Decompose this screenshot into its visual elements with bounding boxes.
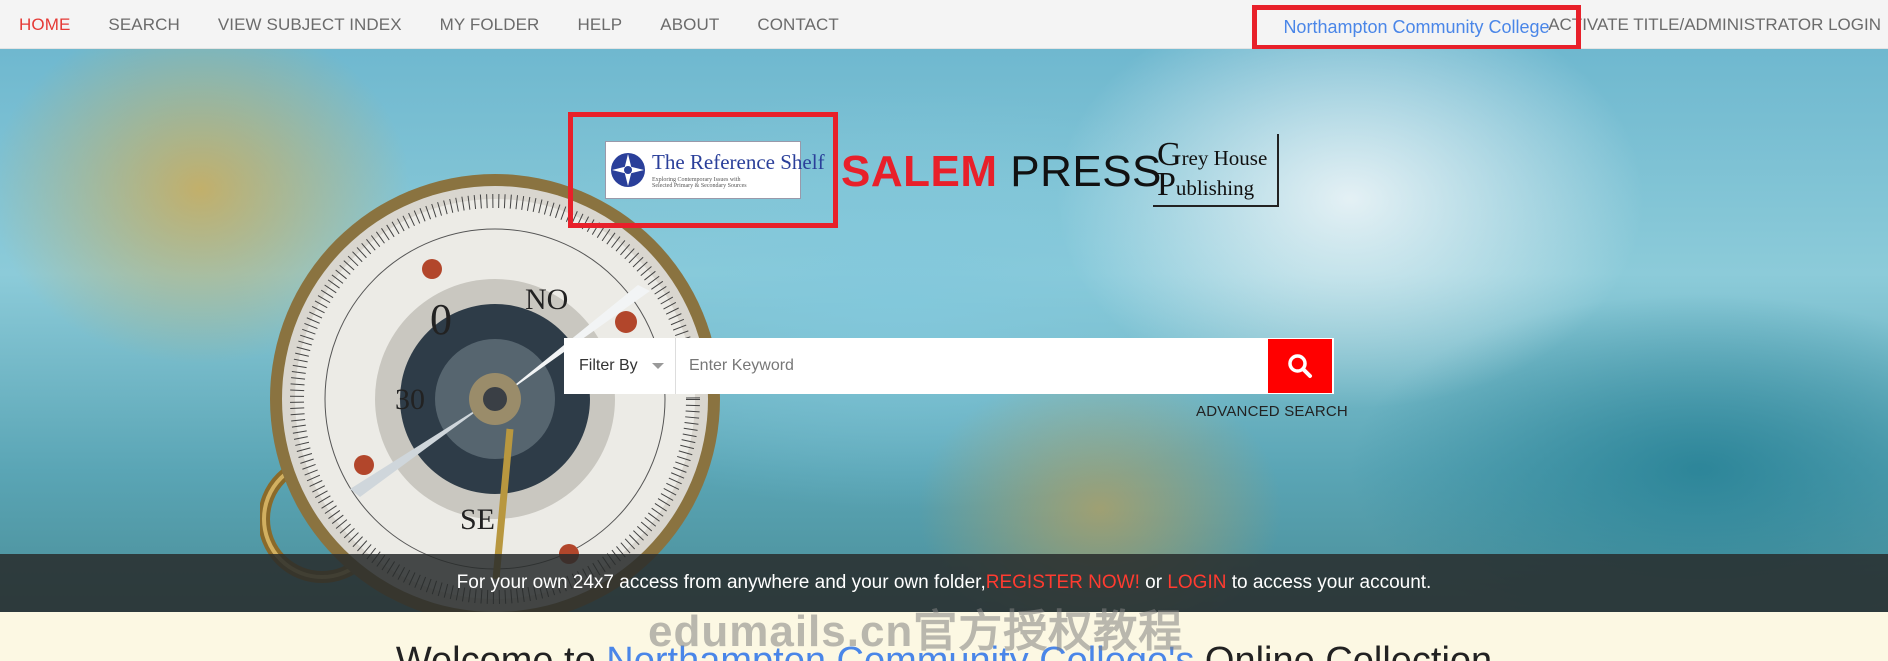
filter-by-dropdown[interactable]: Filter By	[564, 338, 676, 394]
welcome-suffix: Online Collection	[1194, 640, 1493, 661]
nav-my-folder[interactable]: MY FOLDER	[421, 15, 559, 35]
svg-text:0: 0	[430, 295, 452, 344]
reference-shelf-title: The Reference Shelf	[652, 149, 825, 174]
publishing-text: ublishing	[1175, 176, 1255, 200]
nav-search[interactable]: SEARCH	[89, 15, 198, 35]
welcome-section: Welcome to Northampton Community College…	[0, 612, 1888, 661]
salem-press-logo[interactable]: SALEM PRESS	[841, 147, 1162, 197]
welcome-heading: Welcome to Northampton Community College…	[0, 640, 1888, 661]
institution-link[interactable]: Northampton Community College	[1283, 17, 1549, 38]
activate-title-admin-login-link[interactable]: ACTIVATE TITLE/ADMINISTRATOR LOGIN	[1548, 0, 1881, 49]
keyword-search-input[interactable]	[676, 338, 1268, 394]
welcome-prefix: Welcome to	[395, 640, 607, 661]
banner-text-2: or	[1139, 572, 1168, 593]
reference-shelf-highlight-box: The Reference Shelf Exploring Contempora…	[568, 112, 838, 228]
publisher-logos: The Reference Shelf Exploring Contempora…	[568, 112, 1288, 232]
nav-about[interactable]: ABOUT	[641, 15, 738, 35]
search-bar: Filter By	[564, 338, 1334, 394]
nav-home[interactable]: HOME	[0, 15, 89, 35]
register-login-banner: For your own 24x7 access from anywhere a…	[0, 554, 1888, 612]
banner-text-1: For your own 24x7 access from anywhere a…	[456, 572, 986, 593]
login-link[interactable]: LOGIN	[1167, 572, 1226, 594]
salem-press-logo-black: PRESS	[1010, 147, 1162, 196]
nav-contact[interactable]: CONTACT	[738, 15, 858, 35]
search-icon	[1288, 354, 1312, 378]
main-menu: HOME SEARCH VIEW SUBJECT INDEX MY FOLDER…	[0, 0, 858, 49]
svg-text:NO: NO	[525, 283, 568, 316]
advanced-search-link[interactable]: ADVANCED SEARCH	[1196, 403, 1348, 420]
grey-house-publishing-logo[interactable]: Grey House Publishing	[1153, 134, 1279, 207]
filter-by-label: Filter By	[579, 357, 638, 374]
institution-highlight-box: Northampton Community College	[1252, 5, 1581, 50]
salem-press-logo-red: SALEM	[841, 147, 998, 196]
register-now-link[interactable]: REGISTER NOW!	[986, 572, 1140, 594]
svg-text:SE: SE	[460, 503, 495, 536]
welcome-institution-link[interactable]: Northampton Community College's	[606, 640, 1194, 661]
nav-help[interactable]: HELP	[558, 15, 641, 35]
nav-view-subject-index[interactable]: VIEW SUBJECT INDEX	[199, 15, 421, 35]
chevron-down-icon	[651, 363, 664, 369]
reference-shelf-subtitle-2: Selected Primary & Secondary Sources	[652, 182, 747, 189]
banner-text-3: to access your account.	[1226, 572, 1432, 593]
search-button[interactable]	[1268, 339, 1332, 393]
top-navigation: HOME SEARCH VIEW SUBJECT INDEX MY FOLDER…	[0, 0, 1888, 50]
reference-shelf-logo[interactable]: The Reference Shelf Exploring Contempora…	[605, 141, 825, 199]
svg-text:30: 30	[395, 383, 425, 416]
compass-rose-icon	[611, 153, 645, 187]
publishing-initial: P	[1157, 166, 1176, 203]
hero-banner: 0 NO 30 SE The Reference Shelf Exploring…	[0, 49, 1888, 612]
